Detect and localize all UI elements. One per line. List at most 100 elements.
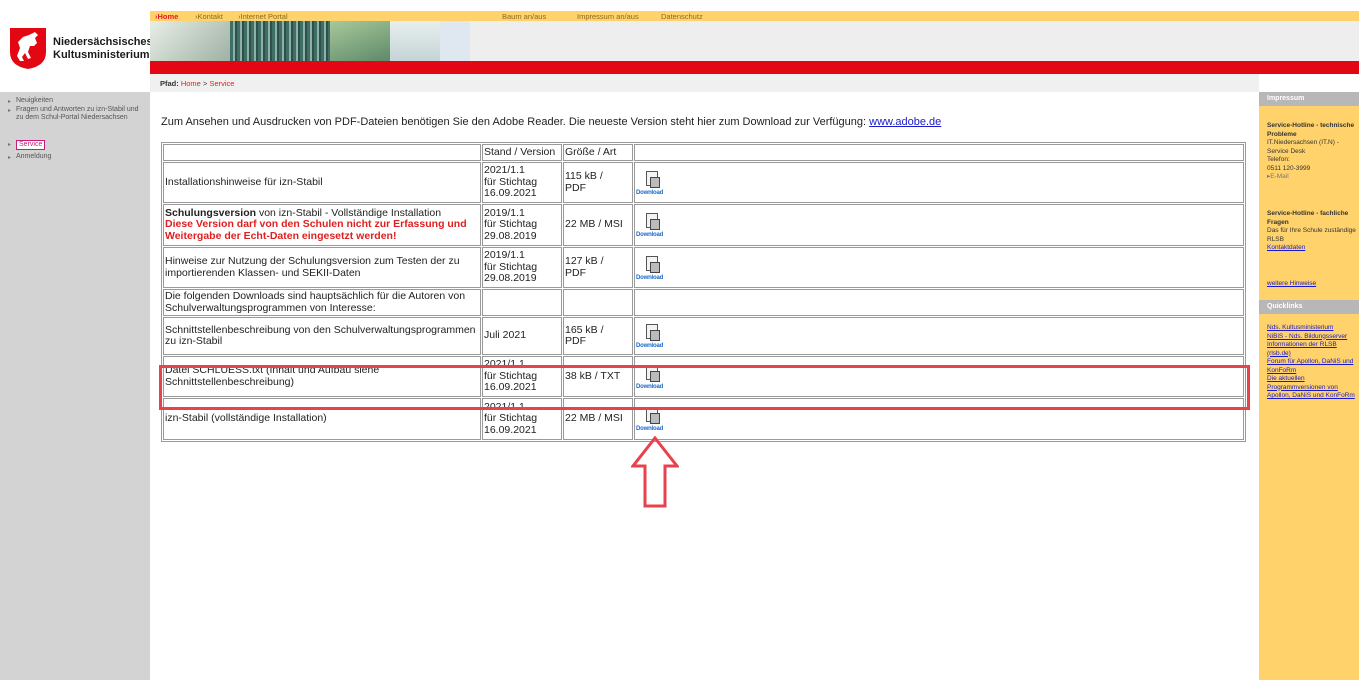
topnav-home-link[interactable]: ›Home	[155, 12, 178, 21]
quicklink[interactable]: Die aktuellen Programmversionen von Apol…	[1267, 375, 1357, 401]
description-cell: Schulungsversion von izn-Stabil - Vollst…	[163, 204, 481, 246]
breadcrumb-separator: >	[202, 79, 208, 88]
intro-text: Zum Ansehen und Ausdrucken von PDF-Datei…	[161, 116, 870, 128]
logo-area[interactable]: Niedersächsisches Kultusministerium	[0, 11, 153, 81]
table-header-row: Stand / Version Größe / Art	[163, 144, 1244, 161]
privacy-link[interactable]: Datenschutz	[661, 12, 703, 21]
sidebar-item-faq[interactable]: ▸ Fragen und Antworten zu izn-Stabil und…	[8, 106, 146, 122]
tech-hotline-block: Service-Hotline - technische Probleme IT…	[1267, 122, 1357, 182]
download-icon[interactable]: Download	[636, 254, 676, 282]
ministry-name: Niedersächsisches Kultusministerium	[53, 36, 153, 62]
warning-text: Diese Version darf von den Schulen nicht…	[165, 218, 467, 242]
description-cell: Hinweise zur Nutzung der Schulungsversio…	[163, 247, 481, 288]
toggle-impressum-link[interactable]: Impressum an/aus	[577, 12, 639, 21]
quicklink[interactable]: Forum für Apollon, DaNiS und KonFoRm	[1267, 358, 1357, 375]
sidebar-item-label: Service	[16, 140, 46, 150]
tech-hotline-org: IT.Niedersachsen (IT.N) - Service Desk	[1267, 139, 1339, 155]
download-label: Download	[636, 232, 664, 238]
header-cell-stand: Stand / Version	[482, 144, 562, 161]
version-line: 16.09.2021	[484, 187, 537, 200]
table-row: Die folgenden Downloads sind hauptsächli…	[163, 289, 1244, 316]
table-row: Hinweise zur Nutzung der Schulungsversio…	[163, 247, 1244, 288]
breadcrumb: Pfad: Home > Service	[150, 74, 1259, 92]
sidebar: ▸ Neuigkeiten ▸ Fragen und Antworten zu …	[0, 92, 150, 680]
download-cell: Download	[634, 247, 1244, 288]
table-row: Schnittstellenbeschreibung von den Schul…	[163, 317, 1244, 355]
breadcrumb-label: Pfad:	[160, 79, 179, 88]
topnav-kontakt-link[interactable]: ›Kontakt	[195, 12, 223, 21]
description-cell: Die folgenden Downloads sind hauptsächli…	[163, 289, 481, 316]
adobe-reader-intro: Zum Ansehen und Ausdrucken von PDF-Datei…	[161, 116, 941, 128]
quicklink[interactable]: NiBiS - Nds. Bildungsserver	[1267, 333, 1357, 342]
download-icon[interactable]: Download	[636, 211, 676, 239]
download-label: Download	[636, 343, 664, 349]
quicklinks-list: Nds. Kultusministerium NiBiS - Nds. Bild…	[1267, 324, 1357, 401]
topnav-internet-portal-link[interactable]: ›Internet Portal	[238, 12, 288, 21]
version-cell: 2021/1.1 für Stichtag 16.09.2021	[482, 162, 562, 203]
quicklink[interactable]: Nds. Kultusministerium	[1267, 324, 1357, 333]
version-cell	[482, 289, 562, 316]
download-cell	[634, 289, 1244, 316]
sidebar-item-service[interactable]: ▸ Service	[8, 140, 146, 150]
download-icon[interactable]: Download	[636, 169, 676, 197]
header-banner-image	[150, 21, 470, 61]
quicklink[interactable]: Informationen der RLSB (rlsb.de)	[1267, 341, 1357, 358]
size-line: PDF	[565, 335, 586, 347]
tech-hotline-tel-label: Telefon:	[1267, 156, 1290, 163]
sidebar-item-neuigkeiten[interactable]: ▸ Neuigkeiten	[8, 97, 146, 105]
header-cell	[634, 144, 1244, 161]
version-cell: Juli 2021	[482, 317, 562, 355]
triangle-right-icon: ▸	[8, 99, 12, 105]
sidebar-item-label: Fragen und Antworten zu izn-Stabil und z…	[16, 106, 139, 121]
header-red-bar	[150, 61, 1359, 74]
content-hotline-block: Service-Hotline - fachliche Fragen Das f…	[1267, 210, 1357, 253]
download-cell: Download	[634, 204, 1244, 246]
highlight-box	[159, 365, 1250, 410]
content-hotline-text: Das für Ihre Schule zuständige RLSB	[1267, 227, 1356, 243]
version-line: 29.08.2019	[484, 272, 537, 285]
download-icon[interactable]: Download	[636, 322, 676, 350]
size-line: 115 kB /	[565, 170, 603, 182]
size-line: 127 kB /	[565, 255, 604, 267]
page: Niedersächsisches Kultusministerium ›Hom…	[0, 0, 1359, 680]
version-cell: 2019/1.1 für Stichtag 29.08.2019	[482, 204, 562, 246]
adobe-link[interactable]: www.adobe.de	[869, 116, 941, 128]
header-cell-size: Größe / Art	[563, 144, 633, 161]
download-label: Download	[636, 274, 664, 281]
toggle-tree-link[interactable]: Baum an/aus	[502, 12, 546, 21]
logo-line1: Niedersächsisches	[53, 36, 153, 48]
description-text: von izn-Stabil - Vollständige Installati…	[256, 206, 442, 219]
tech-hotline-title: Service-Hotline - technische Probleme	[1267, 122, 1355, 138]
logo-line2: Kultusministerium	[53, 49, 150, 61]
sidebar-item-label: Neuigkeiten	[16, 97, 53, 104]
size-line: 22 MB / MSI	[565, 412, 623, 425]
version-line: Juli 2021	[484, 329, 527, 342]
lower-saxony-horse-crest-icon	[10, 28, 46, 69]
size-line: PDF	[565, 266, 586, 279]
more-info-link[interactable]: weitere Hinweise	[1267, 280, 1357, 289]
breadcrumb-current: Service	[209, 79, 235, 88]
download-cell: Download	[634, 317, 1244, 355]
content-hotline-title: Service-Hotline - fachliche Fragen	[1267, 210, 1349, 226]
right-sidebar: Impressum Service-Hotline - technische P…	[1259, 92, 1359, 680]
contact-data-link[interactable]: Kontaktdaten	[1267, 244, 1357, 253]
email-link[interactable]: ▸E-Mail	[1267, 173, 1357, 182]
description-cell: Schnittstellenbeschreibung von den Schul…	[163, 317, 481, 355]
email-link-label: E-Mail	[1270, 173, 1289, 180]
breadcrumb-home-link[interactable]: Home	[181, 79, 201, 88]
sidebar-item-anmeldung[interactable]: ▸ Anmeldung	[8, 153, 146, 161]
version-line: 29.08.2019	[484, 229, 537, 242]
download-label: Download	[636, 426, 664, 432]
download-cell: Download	[634, 162, 1244, 203]
triangle-right-icon: ▸	[8, 108, 12, 114]
quicklinks-heading: Quicklinks	[1259, 300, 1359, 314]
version-line: 16.09.2021	[484, 423, 537, 436]
table-row: Schulungsversion von izn-Stabil - Vollst…	[163, 204, 1244, 246]
size-cell	[563, 289, 633, 316]
header-cell	[163, 144, 481, 161]
size-cell: 22 MB / MSI	[563, 204, 633, 246]
arrow-up-icon	[631, 436, 679, 508]
triangle-right-icon: ▸	[8, 142, 12, 148]
table-row: Installationshinweise für izn-Stabil 202…	[163, 162, 1244, 203]
description-bold: Schulungsversion	[165, 206, 257, 219]
